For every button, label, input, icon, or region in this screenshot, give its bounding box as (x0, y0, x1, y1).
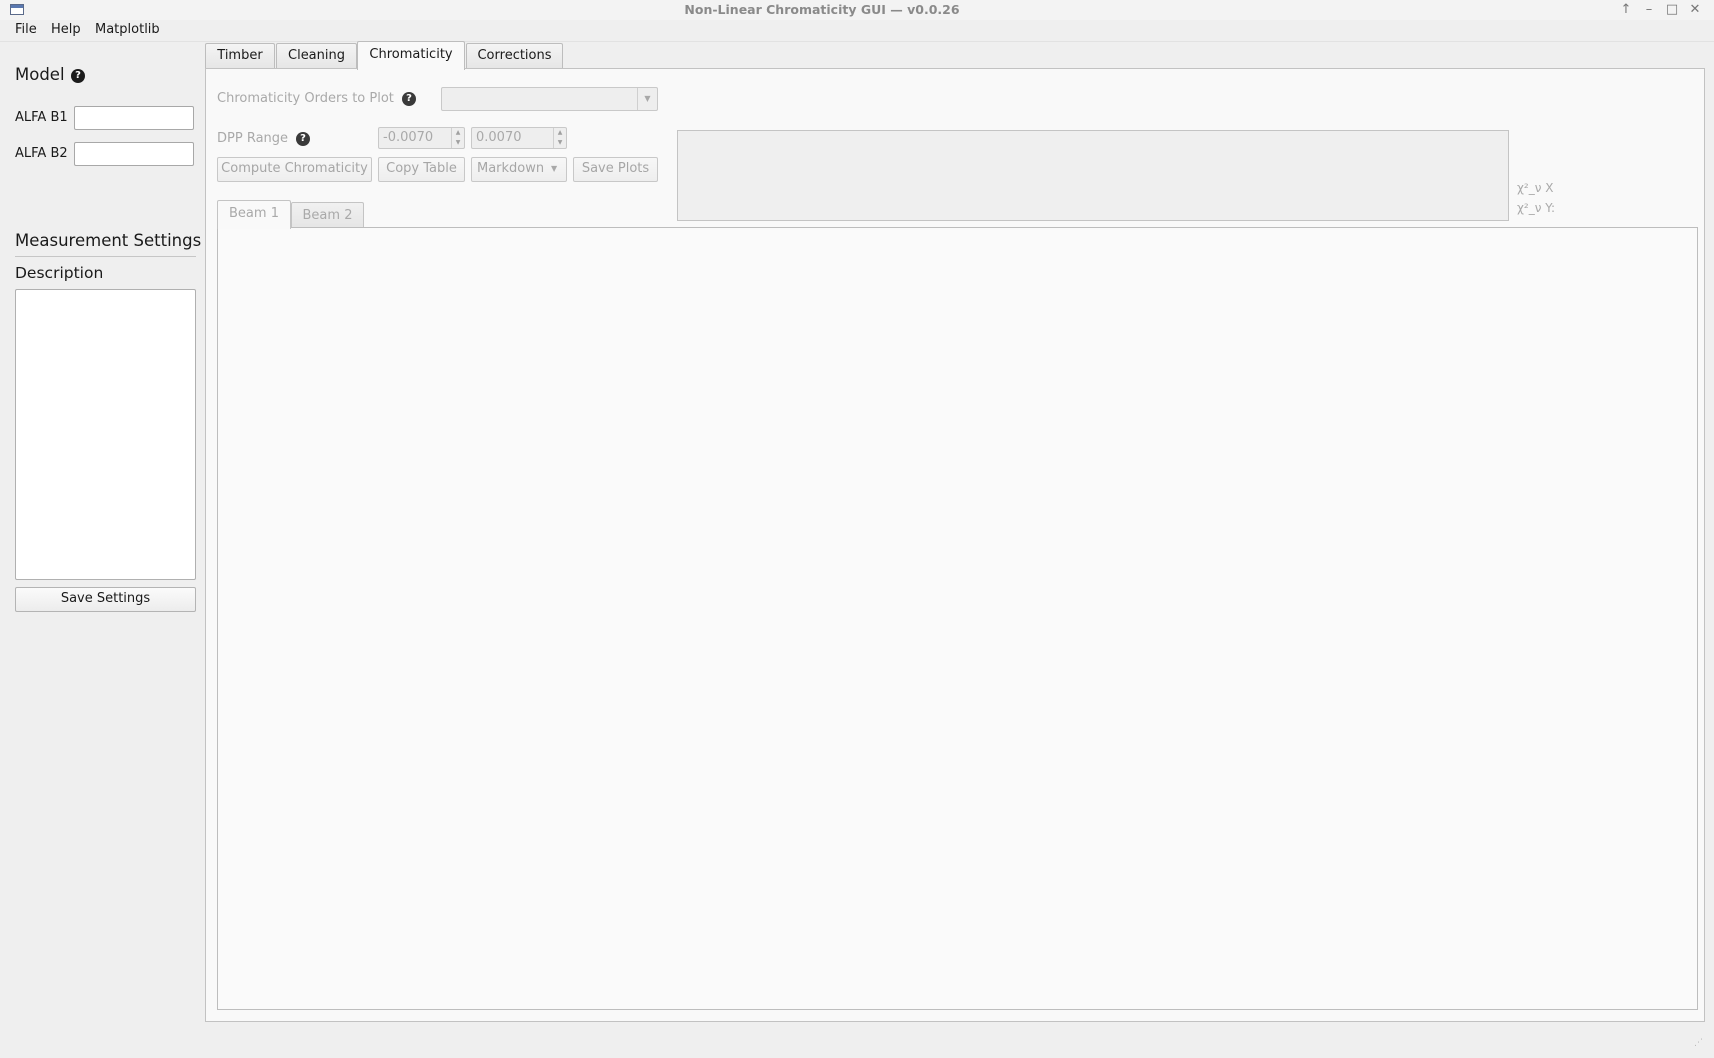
close-icon[interactable]: ✕ (1686, 1, 1704, 19)
window-title: Non-Linear Chromaticity GUI — v0.0.26 (684, 2, 960, 17)
menu-file[interactable]: File (15, 22, 37, 37)
dpp-range-label: DPP Range (217, 131, 289, 146)
menu-matplotlib[interactable]: Matplotlib (95, 22, 160, 37)
dpp-min-spinbox[interactable]: -0.0070 ▲ ▼ (378, 127, 465, 149)
save-plots-button[interactable]: Save Plots (573, 157, 658, 182)
compute-chromaticity-button[interactable]: Compute Chromaticity (217, 157, 372, 182)
spin-arrows-icon[interactable]: ▲ ▼ (553, 128, 566, 148)
beam-plot-area (217, 227, 1698, 1010)
table-format-select[interactable]: Markdown ▼ (471, 157, 567, 182)
dpp-max-value: 0.0070 (476, 130, 522, 145)
measurement-settings-heading: Measurement Settings (15, 231, 202, 250)
menu-help[interactable]: Help (51, 22, 81, 37)
model-help-icon[interactable]: ? (71, 69, 85, 83)
tab-chromaticity[interactable]: Chromaticity (357, 41, 465, 70)
tab-cleaning[interactable]: Cleaning (276, 43, 357, 68)
dpp-help-icon[interactable]: ? (296, 132, 310, 146)
spin-arrows-icon[interactable]: ▲ ▼ (451, 128, 464, 148)
keep-above-icon[interactable]: ↑ (1617, 1, 1635, 19)
tab-beam-1[interactable]: Beam 1 (217, 200, 291, 229)
chromaticity-table-view (677, 130, 1509, 221)
orders-label: Chromaticity Orders to Plot (217, 91, 394, 106)
alfa-b2-input[interactable] (74, 142, 194, 166)
description-textarea[interactable] (15, 289, 196, 580)
chi2-y-label: χ²_ν Y: (1517, 201, 1556, 215)
menu-bar (0, 20, 1714, 42)
dpp-max-spinbox[interactable]: 0.0070 ▲ ▼ (471, 127, 567, 149)
dpp-min-value: -0.0070 (383, 130, 434, 145)
tab-corrections[interactable]: Corrections (466, 43, 563, 68)
tab-beam-2[interactable]: Beam 2 (291, 202, 364, 228)
description-label: Description (15, 264, 104, 282)
tab-timber[interactable]: Timber (205, 43, 275, 68)
maximize-icon[interactable]: □ (1663, 1, 1681, 19)
resize-grip-icon[interactable]: ⋰ (1694, 1039, 1706, 1052)
alfa-b2-label: ALFA B2 (15, 146, 68, 161)
chevron-down-icon: ▼ (637, 88, 657, 110)
model-heading: Model (15, 65, 65, 84)
save-settings-button[interactable]: Save Settings (15, 587, 196, 612)
copy-table-button[interactable]: Copy Table (378, 157, 465, 182)
orders-help-icon[interactable]: ? (402, 92, 416, 106)
alfa-b1-label: ALFA B1 (15, 110, 68, 125)
alfa-b1-input[interactable] (74, 106, 194, 130)
table-format-value: Markdown (477, 161, 545, 176)
chi2-x-label: χ²_ν X (1517, 181, 1554, 195)
section-divider (15, 256, 196, 257)
orders-select[interactable]: ▼ (441, 87, 658, 111)
chevron-down-icon: ▼ (551, 164, 558, 173)
minimize-icon[interactable]: – (1640, 1, 1658, 19)
